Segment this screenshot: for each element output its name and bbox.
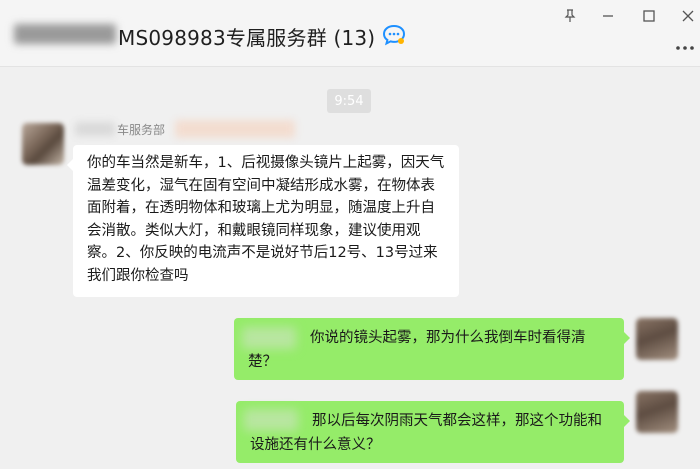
incoming-message-bubble[interactable]: 你的车当然是新车，1、后视摄像头镜片上起雾，因天气温差变化，湿气在固有空间中凝结… — [67, 145, 459, 297]
outgoing-message-text: 那以后每次阴雨天气都会这样，那这个功能和设施还有什么意义？ — [250, 413, 602, 453]
message-timestamp: 9:54 — [327, 89, 371, 113]
outgoing-message-text: 你说的镜头起雾，那为什么我倒车时看得清楚？ — [248, 330, 586, 370]
close-icon[interactable] — [670, 2, 700, 30]
maximize-icon[interactable] — [631, 2, 667, 30]
chat-title: MS098983专属服务群 (13) — [118, 26, 376, 50]
blurred-sender-tag — [175, 120, 295, 138]
blurred-title-prefix — [14, 24, 116, 44]
incoming-message-text: 你的车当然是新车，1、后视摄像头镜片上起雾，因天气温差变化，湿气在固有空间中凝结… — [87, 155, 445, 284]
bubble-arrow — [624, 332, 630, 344]
blurred-sender-prefix — [75, 122, 115, 136]
sender-name-row: 车服务部 — [73, 118, 298, 140]
self-avatar[interactable] — [636, 391, 678, 433]
chat-bubble-icon[interactable] — [382, 24, 406, 46]
minimize-icon[interactable] — [590, 2, 626, 30]
sender-avatar[interactable] — [22, 123, 64, 165]
more-icon[interactable] — [672, 38, 698, 58]
pin-icon[interactable] — [552, 2, 588, 30]
bubble-arrow — [624, 415, 630, 427]
outgoing-message-bubble[interactable]: 你说的镜头起雾，那为什么我倒车时看得清楚？ — [234, 318, 630, 380]
bubble-arrow — [67, 159, 73, 171]
title-divider — [0, 66, 700, 67]
sender-name: 车服务部 — [117, 123, 166, 137]
title-bar: MS098983专属服务群 (13) — [0, 0, 700, 66]
outgoing-message-bubble[interactable]: 那以后每次阴雨天气都会这样，那这个功能和设施还有什么意义？ — [236, 401, 630, 463]
self-avatar[interactable] — [636, 318, 678, 360]
